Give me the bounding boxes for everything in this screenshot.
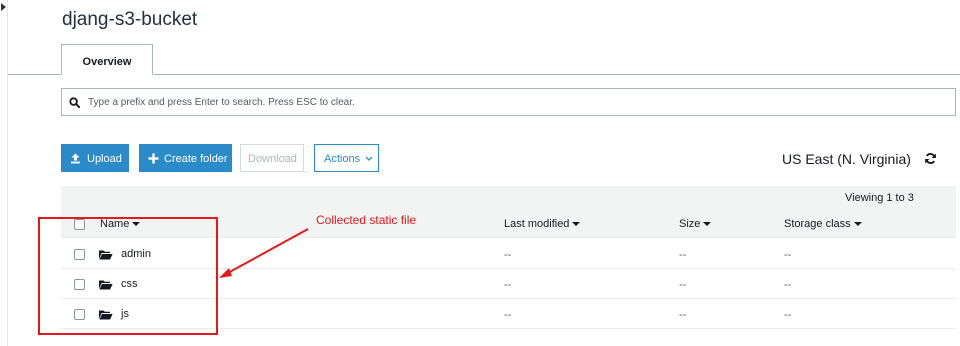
annotation-arrow-icon	[219, 228, 309, 278]
